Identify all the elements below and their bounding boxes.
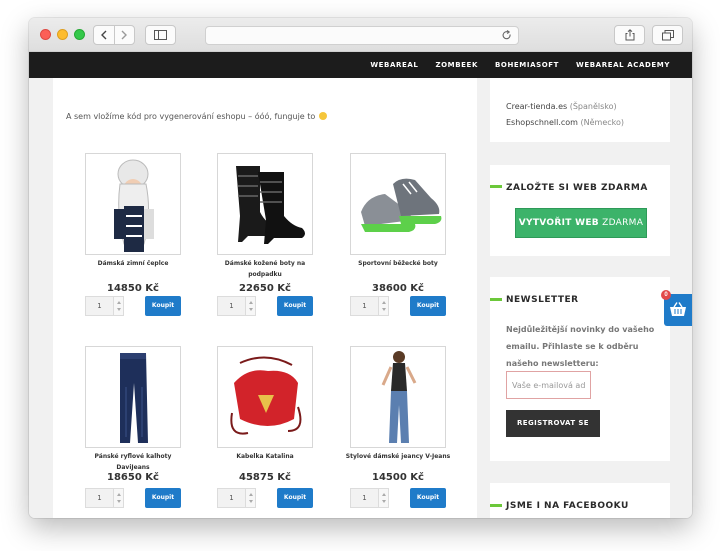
product-image[interactable] — [217, 153, 313, 255]
product-name[interactable]: Pánské ryflové kalhoty DaviJeans — [79, 451, 187, 473]
show-tabs-button[interactable] — [652, 25, 683, 45]
nav-link-bohemiasoft[interactable]: BOHEMIASOFT — [495, 61, 559, 69]
nav-link-zombeek[interactable]: ZOMBEEK — [435, 61, 478, 69]
quantity-stepper[interactable] — [246, 488, 256, 508]
zoom-window-button[interactable] — [74, 29, 85, 40]
running-shoes-photo — [361, 178, 442, 232]
product-name[interactable]: Dámské kožené boty na podpadku — [211, 258, 319, 280]
create-web-button[interactable]: VYTVOŘIT WEB ZDARMA — [515, 208, 647, 238]
quantity-stepper[interactable] — [114, 296, 124, 316]
winter-hat-photo — [114, 159, 154, 252]
intro-label: A sem vložíme kód pro vygenerování eshop… — [66, 112, 316, 121]
quantity-stepper[interactable] — [114, 488, 124, 508]
widget-title: ZALOŽTE SI WEB ZDARMA — [506, 183, 648, 193]
quantity-input[interactable]: 1 — [85, 296, 114, 316]
partner-link[interactable]: Crear-tienda.es (Španělsko) — [506, 102, 617, 111]
product-price: 22650 Kč — [239, 283, 291, 294]
quantity-input[interactable]: 1 — [350, 488, 379, 508]
newsletter-description: Nejdůležitější novinky do vašeho emailu.… — [506, 325, 655, 368]
sidebar-toggle-button[interactable] — [145, 25, 176, 45]
forward-button[interactable] — [113, 26, 134, 44]
partner-link[interactable]: Eshopschnell.com (Německo) — [506, 118, 624, 127]
widget-title: JSME I NA FACEBOOKU — [506, 501, 629, 511]
quantity-input[interactable]: 1 — [217, 488, 246, 508]
quantity-stepper[interactable] — [379, 488, 389, 508]
product-image[interactable] — [350, 153, 446, 255]
partner-link-note: (Německo) — [580, 118, 625, 127]
quantity-stepper[interactable] — [246, 296, 256, 316]
partner-link-label: Eshopschnell.com — [506, 118, 578, 127]
widget-accent — [490, 298, 502, 301]
partner-link-label: Crear-tienda.es — [506, 102, 568, 111]
womens-jeans-photo — [381, 351, 417, 443]
product-price: 18650 Kč — [107, 472, 159, 483]
widget-title: NEWSLETTER — [506, 295, 579, 305]
buy-button[interactable]: Koupit — [410, 488, 446, 508]
quantity-input[interactable]: 1 — [350, 296, 379, 316]
address-bar[interactable] — [205, 26, 519, 45]
main-column: A sem vložíme kód pro vygenerování eshop… — [53, 78, 477, 518]
buy-button[interactable]: Koupit — [410, 296, 446, 316]
share-icon — [625, 29, 634, 41]
smiley-icon — [318, 112, 327, 120]
widget-accent — [490, 185, 502, 188]
product-image[interactable] — [85, 153, 181, 255]
register-button[interactable]: REGISTROVAT SE — [506, 410, 600, 437]
product-name[interactable]: Dámská zimní čeplce — [79, 258, 187, 269]
cart-button[interactable]: 0 — [661, 290, 692, 326]
cart-count-badge: 0 — [661, 290, 671, 300]
nav-link-webareal-academy[interactable]: WEBAREAL ACADEMY — [576, 61, 670, 69]
close-window-button[interactable] — [40, 29, 51, 40]
product-name[interactable]: Sportovní běžecké boty — [344, 258, 452, 269]
create-web-bold: VYTVOŘIT WEB — [518, 218, 599, 228]
product-price: 38600 Kč — [372, 283, 424, 294]
buy-button[interactable]: Koupit — [145, 296, 181, 316]
jeans-photo — [120, 353, 148, 443]
tabs-icon — [661, 29, 674, 40]
partner-links-widget: Crear-tienda.es (Španělsko) Eshopschnell… — [490, 78, 670, 142]
minimize-window-button[interactable] — [57, 29, 68, 40]
product-name[interactable]: Stylové dámské jeancy V-Jeans — [344, 451, 452, 462]
handbag-photo — [230, 356, 302, 435]
free-web-widget: ZALOŽTE SI WEB ZDARMA VYTVOŘIT WEB ZDARM… — [490, 165, 670, 256]
product-name[interactable]: Kabelka Katalina — [211, 451, 319, 462]
newsletter-widget: NEWSLETTER Nejdůležitější novinky do vaš… — [490, 277, 670, 461]
chevron-right-icon — [121, 30, 128, 40]
browser-toolbar — [29, 18, 692, 52]
share-button[interactable] — [614, 25, 645, 45]
product-price: 45875 Kč — [239, 472, 291, 483]
buy-button[interactable]: Koupit — [145, 488, 181, 508]
intro-text: A sem vložíme kód pro vygenerování eshop… — [66, 112, 327, 121]
product-image[interactable] — [350, 346, 446, 448]
widget-accent — [490, 504, 502, 507]
heeled-boots-photo — [236, 166, 305, 244]
quantity-stepper[interactable] — [379, 296, 389, 316]
reload-icon[interactable] — [502, 30, 512, 41]
partner-link-note: (Španělsko) — [569, 102, 617, 111]
email-field[interactable] — [506, 371, 591, 399]
facebook-widget: JSME I NA FACEBOOKU — [490, 483, 670, 518]
sidebar-icon — [154, 30, 167, 40]
quantity-input[interactable]: 1 — [217, 296, 246, 316]
product-image[interactable] — [85, 346, 181, 448]
product-price: 14850 Kč — [107, 283, 159, 294]
nav-link-webareal[interactable]: WEBAREAL — [370, 61, 418, 69]
product-image[interactable] — [217, 346, 313, 448]
buy-button[interactable]: Koupit — [277, 296, 313, 316]
quantity-input[interactable]: 1 — [85, 488, 114, 508]
shopping-basket-icon — [670, 302, 686, 316]
history-nav — [93, 25, 135, 45]
create-web-rest: ZDARMA — [602, 218, 644, 228]
chevron-left-icon — [100, 30, 107, 40]
site-navbar: WEBAREAL ZOMBEEK BOHEMIASOFT WEBAREAL AC… — [29, 52, 692, 78]
back-button[interactable] — [94, 26, 114, 44]
page-content: A sem vložíme kód pro vygenerování eshop… — [29, 78, 692, 518]
product-price: 14500 Kč — [372, 472, 424, 483]
browser-window: WEBAREAL ZOMBEEK BOHEMIASOFT WEBAREAL AC… — [29, 18, 692, 518]
buy-button[interactable]: Koupit — [277, 488, 313, 508]
